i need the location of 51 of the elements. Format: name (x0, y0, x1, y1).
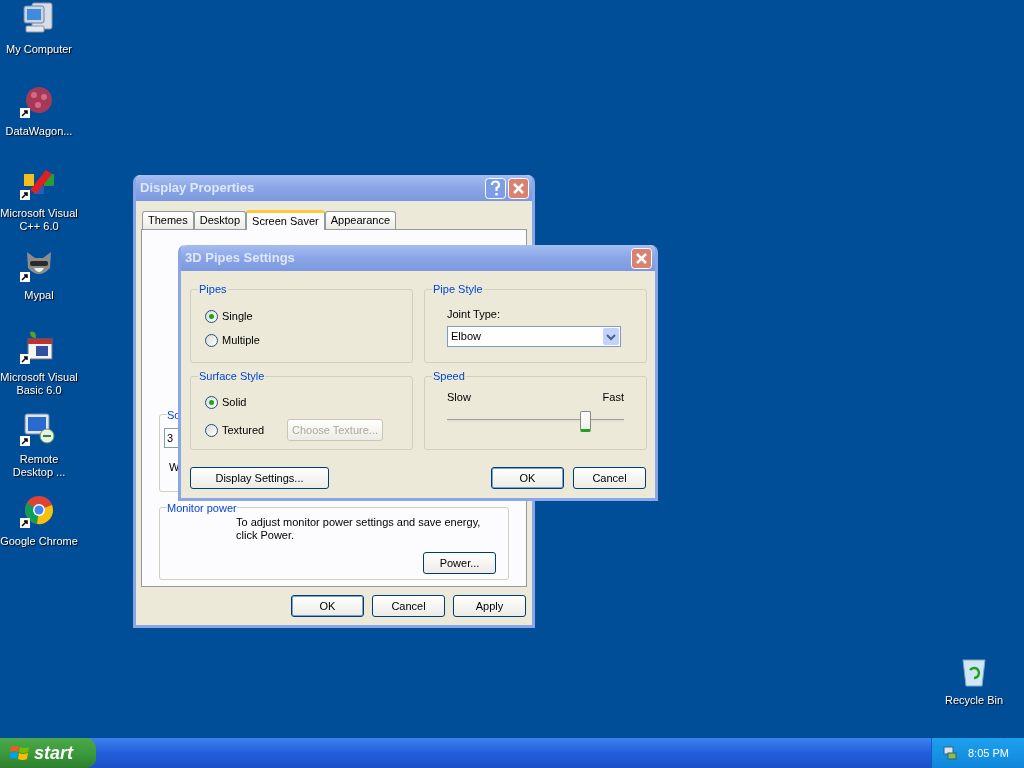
slider-max-label: Fast (602, 390, 624, 405)
icon-label[interactable]: Microsoft Visual C++ 6.0 (0, 207, 78, 233)
windows-logo-icon (10, 744, 30, 762)
group-label: Pipe Style (432, 282, 484, 296)
display-settings-button[interactable]: Display Settings... (190, 467, 329, 489)
icon-label[interactable]: DataWagon... (0, 125, 78, 138)
icon-label[interactable]: Recycle Bin (944, 692, 1004, 709)
icon-label[interactable]: Remote Desktop ... (0, 453, 78, 479)
radio-button[interactable] (205, 309, 218, 323)
group-label: Monitor power (167, 502, 237, 514)
group-label: Surface Style (198, 369, 266, 383)
globe-icon (23, 84, 55, 116)
tab[interactable]: Desktop (193, 211, 247, 229)
dialog-button[interactable]: Cancel (573, 467, 646, 489)
tab[interactable]: Screen Saver (246, 210, 325, 230)
dialog-button[interactable]: OK (491, 467, 564, 489)
icon-label[interactable]: Microsoft Visual Basic 6.0 (0, 371, 78, 397)
group-label: Speed (432, 369, 466, 383)
dialog-button[interactable]: OK (291, 595, 364, 617)
description-text: To adjust monitor power settings and save energy, click Power. (236, 516, 482, 542)
slider-min-label: Slow (447, 390, 471, 405)
group-label: Pipes (198, 282, 228, 296)
radio-button[interactable] (205, 333, 218, 347)
close-icon[interactable] (631, 247, 652, 269)
window-title: Display Properties (140, 179, 255, 198)
start-button[interactable]: start (0, 738, 96, 768)
dialog-button[interactable]: Apply (453, 595, 526, 617)
recycle-bin-icon (959, 656, 989, 688)
slider-thumb[interactable] (580, 410, 592, 432)
power-button[interactable]: Power... (423, 552, 496, 575)
icon-label[interactable]: Google Chrome (0, 535, 78, 548)
monitor-icon (22, 412, 56, 444)
radio-button[interactable] (205, 395, 218, 409)
icon-label[interactable]: My Computer (0, 43, 78, 56)
computer-icon (22, 2, 56, 34)
tab[interactable]: Appearance (324, 211, 397, 229)
radio-label[interactable]: Textured (222, 421, 265, 439)
ring-icon (23, 494, 55, 526)
radio-label[interactable]: Single (222, 307, 253, 325)
radio-label[interactable]: Multiple (222, 331, 260, 349)
radio-label[interactable]: Solid (222, 393, 247, 411)
window-title: 3D Pipes Settings (185, 249, 295, 268)
field-label: Joint Type: (447, 307, 501, 322)
tab[interactable]: Themes (142, 211, 194, 229)
close-icon[interactable] (508, 177, 529, 199)
dialog-button[interactable]: Cancel (372, 595, 445, 617)
network-icon[interactable] (942, 745, 958, 761)
icon-label[interactable]: Mypal (0, 289, 78, 302)
radio-button[interactable] (205, 423, 218, 437)
help-icon[interactable] (485, 177, 506, 199)
dropdown[interactable]: Elbow (447, 325, 621, 347)
